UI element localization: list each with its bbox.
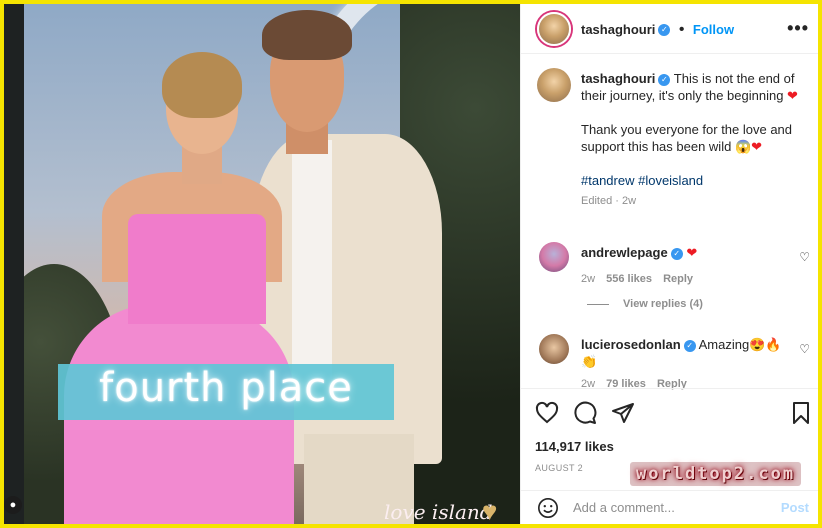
post-caption: tashaghouri ✓ This is not the end of thei… — [581, 70, 806, 210]
emoji-icon: 👏 — [581, 354, 598, 369]
red-heart-emoji: ❤ — [751, 139, 763, 154]
man-shirt — [292, 140, 332, 380]
verified-icon: ✓ — [658, 73, 671, 86]
comment-text: Amazing — [698, 337, 750, 352]
verified-icon: ✓ — [683, 339, 696, 352]
pink-dress-top — [128, 214, 266, 324]
caption-overlay-text: fourth place — [99, 365, 353, 411]
brand-heart-icon: ♥ — [482, 496, 498, 524]
avatar[interactable] — [539, 334, 569, 364]
view-replies-button[interactable]: View replies (4) — [587, 298, 703, 310]
caption-meta: Edited · 2w — [581, 195, 637, 207]
comment-meta: 2w 556 likes Reply — [581, 271, 801, 288]
post-photo[interactable]: fourth place love island ♥ ● — [4, 4, 520, 524]
man-hair — [262, 10, 352, 60]
comment-like-icon[interactable]: ♡ — [799, 342, 810, 356]
header-user: tashaghouri ✓ • Follow — [581, 21, 734, 39]
comment-like-icon[interactable]: ♡ — [799, 250, 810, 264]
verified-icon: ✓ — [658, 23, 671, 36]
watermark-text: worldtop2.com — [630, 462, 802, 486]
post-modal: fourth place love island ♥ ● tashaghouri… — [4, 4, 818, 524]
emoji-icon: 😍🔥 — [749, 337, 782, 352]
post-sidebar: tashaghouri ✓ • Follow ••• tashaghouri ✓ T… — [520, 4, 818, 524]
comment-item: lucierosedonlan ✓ Amazing😍🔥 👏 2w 79 likes… — [581, 336, 801, 393]
post-header: tashaghouri ✓ • Follow ••• — [521, 4, 818, 54]
avatar[interactable] — [539, 242, 569, 272]
heart-outline-icon[interactable] — [535, 401, 559, 425]
smiley-icon[interactable] — [537, 497, 559, 519]
likes-count[interactable]: 114,917 likes — [535, 439, 614, 454]
paper-plane-icon[interactable] — [611, 401, 635, 425]
red-heart-emoji: ❤ — [686, 245, 698, 260]
red-heart-emoji: ❤ — [787, 88, 798, 103]
view-replies-label: View replies (4) — [623, 298, 703, 310]
comment-age: 2w — [581, 273, 596, 285]
add-comment-input[interactable] — [573, 500, 763, 515]
separator-dot: • — [678, 21, 685, 38]
avatar[interactable] — [537, 12, 571, 46]
more-options-icon[interactable]: ••• — [787, 18, 809, 39]
comment-username[interactable]: lucierosedonlan — [581, 337, 681, 352]
comment-likes[interactable]: 556 likes — [606, 273, 652, 285]
user-tag-icon[interactable]: ● — [4, 496, 22, 514]
caption-username[interactable]: tashaghouri — [581, 71, 655, 86]
add-comment-bar: Post — [521, 490, 818, 524]
comment-item: andrewlepage ✓ ❤ 2w 556 likes Reply — [581, 244, 801, 288]
divider-line — [587, 303, 609, 305]
post-comment-button[interactable]: Post — [781, 500, 809, 515]
verified-icon: ✓ — [670, 247, 683, 260]
emoji-icon: 😱 — [734, 139, 752, 154]
reply-button[interactable]: Reply — [663, 273, 693, 285]
avatar[interactable] — [537, 68, 571, 102]
hashtags[interactable]: #tandrew #loveisland — [581, 173, 703, 188]
comment-username[interactable]: andrewlepage — [581, 245, 668, 260]
post-date: AUGUST 2 — [535, 463, 584, 473]
bookmark-icon[interactable] — [789, 401, 813, 425]
brand-logo-text: love island — [384, 500, 493, 524]
woman-hair — [162, 52, 242, 118]
follow-button[interactable]: Follow — [693, 22, 734, 37]
photo-edge — [4, 4, 24, 524]
header-username[interactable]: tashaghouri — [581, 22, 655, 37]
comment-bubble-icon[interactable] — [573, 401, 597, 425]
